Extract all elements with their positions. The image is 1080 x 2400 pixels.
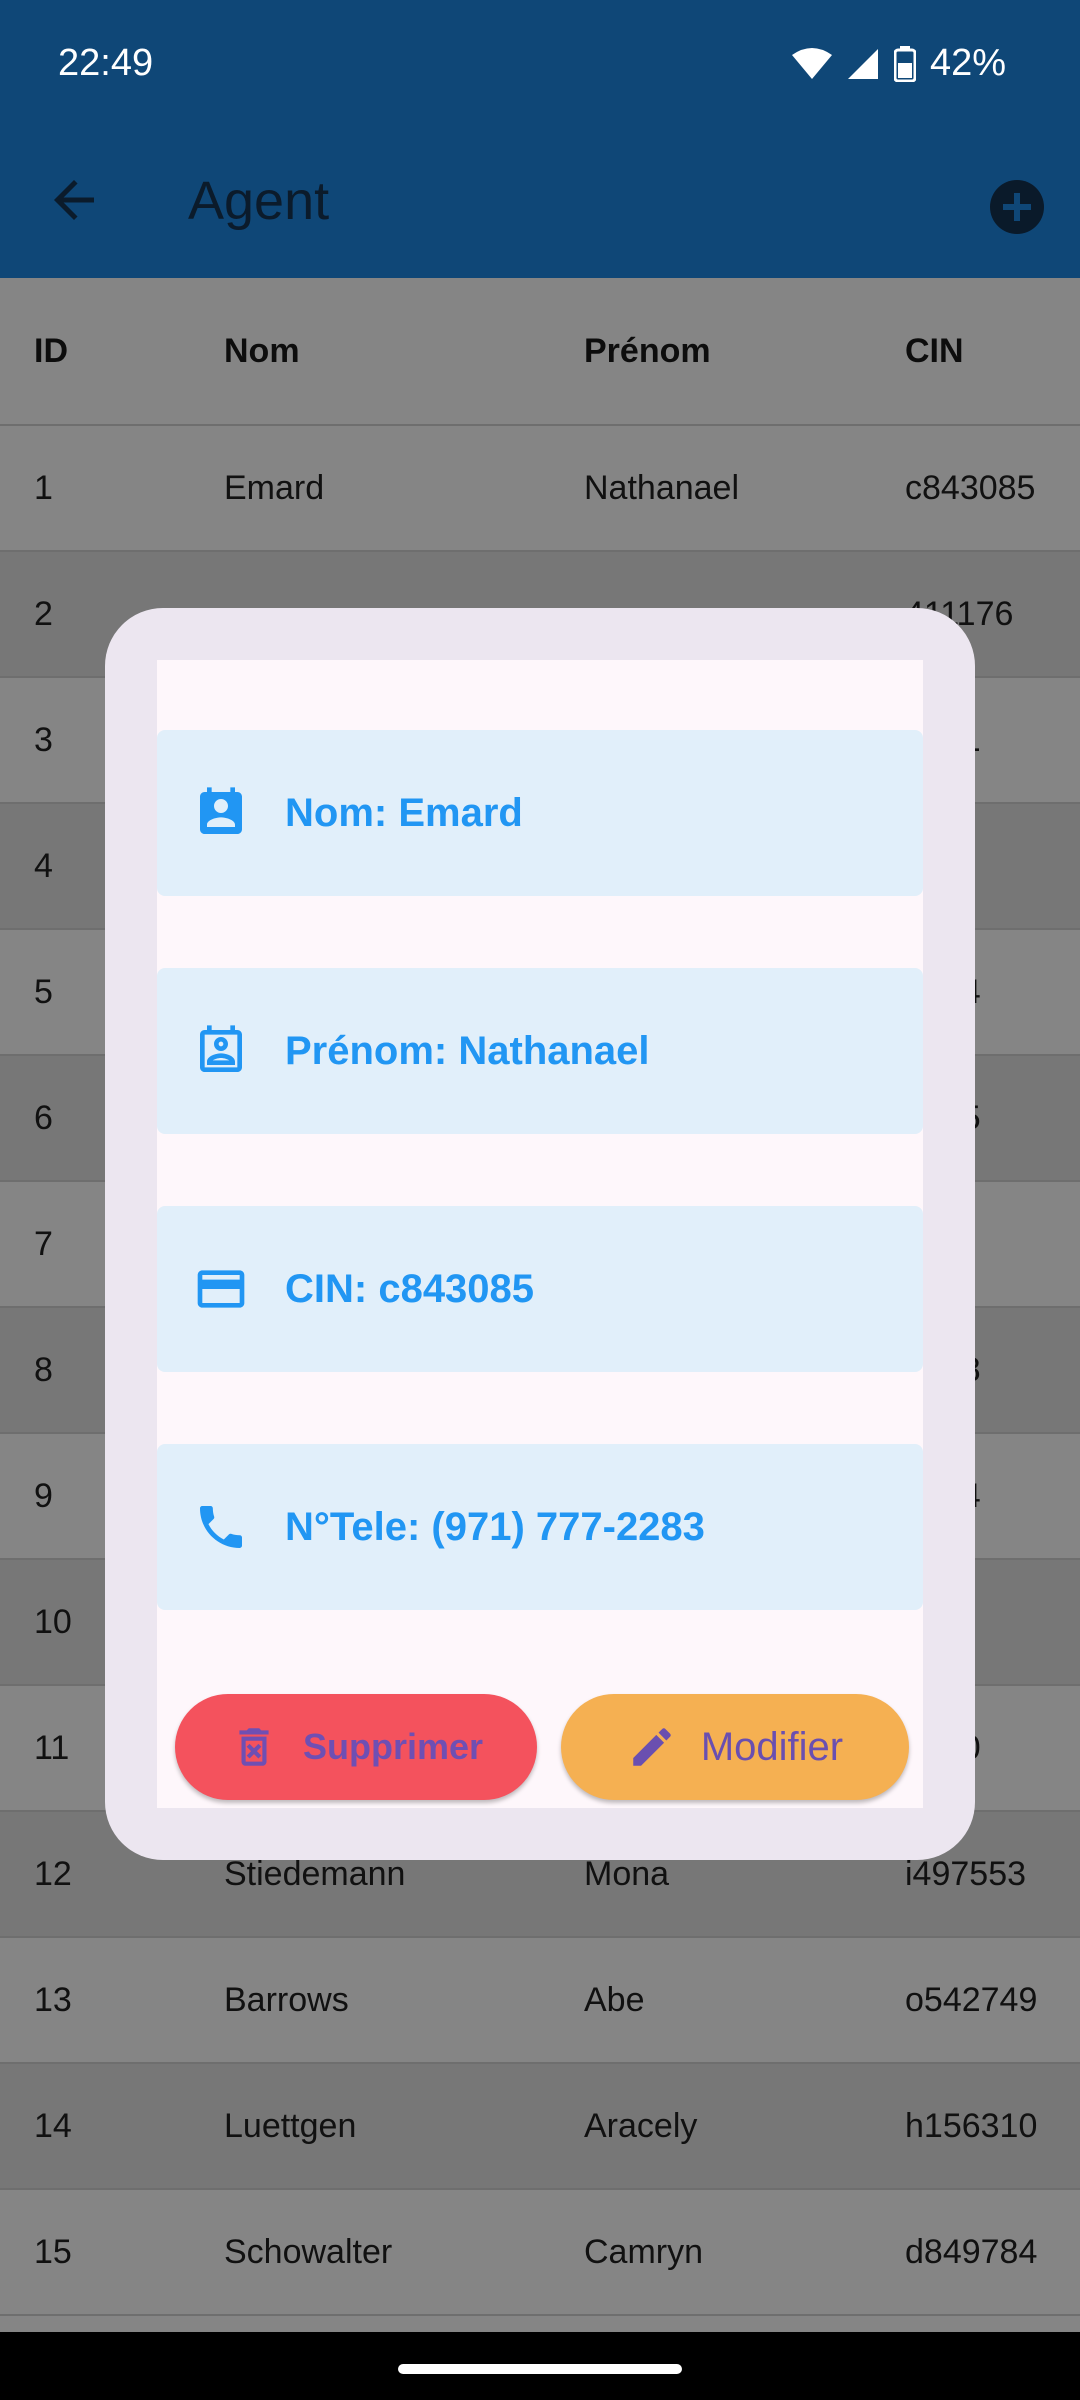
page-title: Agent (188, 171, 330, 231)
status-time: 22:49 (58, 42, 154, 84)
wifi-icon (791, 47, 832, 79)
delete-button-label: Supprimer (302, 1726, 484, 1767)
phone-icon (200, 1506, 242, 1548)
field-phone-text: N°Tele: (971) 777-2283 (285, 1504, 705, 1549)
field-phone: N°Tele: (971) 777-2283 (157, 1444, 923, 1610)
edit-button-label: Modifier (700, 1724, 844, 1769)
field-nom-text: Nom: Emard (285, 790, 523, 835)
field-prenom: Prénom: Nathanael (157, 968, 923, 1134)
contact-card-icon (200, 787, 242, 834)
contact-card-outline-icon (200, 1025, 242, 1072)
agent-detail-dialog: Nom: Emard Prénom: Nathanael CIN: c84308… (105, 608, 975, 1860)
plus-icon (1003, 193, 1031, 221)
back-arrow-icon[interactable] (44, 170, 104, 230)
battery-percent: 42% (929, 42, 1006, 84)
delete-button[interactable]: Supprimer (175, 1694, 537, 1800)
home-gesture-handle[interactable] (398, 2364, 682, 2374)
credit-card-icon (197, 1270, 245, 1308)
field-cin: CIN: c843085 (157, 1206, 923, 1372)
app-bar: Agent (0, 130, 1080, 278)
status-bar: 22:49 42% (0, 0, 1080, 130)
field-prenom-text: Prénom: Nathanael (285, 1028, 650, 1073)
status-icons: 42% (791, 42, 1006, 85)
delete-forever-icon (239, 1728, 269, 1766)
field-cin-text: CIN: c843085 (285, 1266, 535, 1311)
battery-icon (893, 45, 916, 82)
dialog-body: Nom: Emard Prénom: Nathanael CIN: c84308… (157, 660, 923, 1808)
cell-signal-icon (847, 48, 878, 79)
pencil-icon (633, 1728, 671, 1766)
add-agent-button[interactable] (990, 180, 1044, 234)
edit-button[interactable]: Modifier (561, 1694, 909, 1800)
field-nom: Nom: Emard (157, 730, 923, 896)
